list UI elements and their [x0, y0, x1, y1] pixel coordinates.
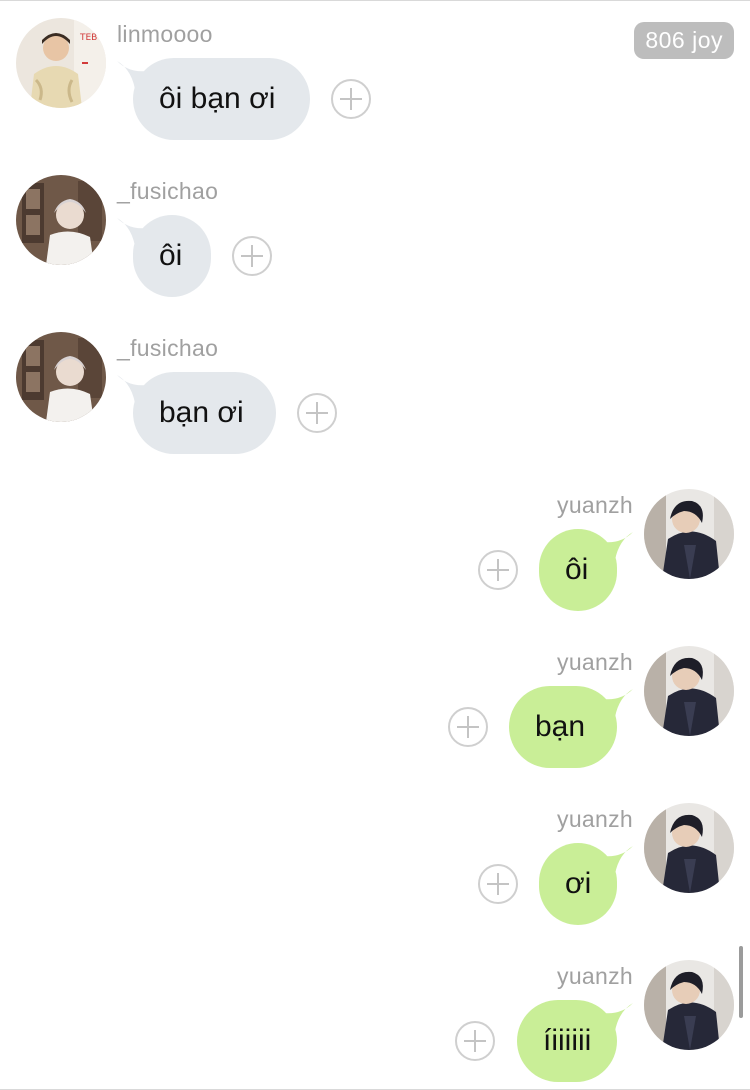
message-bubble[interactable]: ôi: [539, 529, 617, 611]
sender-name: _fusichao: [117, 335, 219, 361]
sender-avatar[interactable]: [644, 489, 734, 579]
scrollbar[interactable]: [739, 946, 743, 1018]
message-row: _fusichao bạn ơi: [0, 315, 750, 465]
sender-avatar[interactable]: [644, 803, 734, 893]
sender-avatar[interactable]: TEB: [16, 18, 106, 108]
add-reaction-button[interactable]: [455, 1021, 495, 1061]
message-row: yuanzh ôi: [0, 472, 750, 622]
message-bubble[interactable]: ôi: [133, 215, 211, 297]
message-row: yuanzh ơi: [0, 786, 750, 936]
message-bubble[interactable]: bạn: [509, 686, 617, 768]
message-row: TEB linmoooo ôi bạn ơi: [0, 1, 750, 151]
message-bubble[interactable]: bạn ơi: [133, 372, 276, 454]
sender-name: yuanzh: [557, 492, 633, 518]
svg-text:TEB: TEB: [79, 33, 97, 43]
add-reaction-button[interactable]: [232, 236, 272, 276]
sender-name: linmoooo: [117, 21, 213, 47]
message-row: _fusichao ôi: [0, 158, 750, 308]
add-reaction-button[interactable]: [331, 79, 371, 119]
message-row: yuanzh bạn: [0, 629, 750, 779]
chat-screen: 806 joy TEB linmoooo ôi bạn ơi _fusichao…: [0, 0, 750, 1090]
sender-avatar[interactable]: [16, 175, 106, 265]
sender-avatar[interactable]: [644, 960, 734, 1050]
add-reaction-button[interactable]: [448, 707, 488, 747]
add-reaction-button[interactable]: [478, 864, 518, 904]
add-reaction-button[interactable]: [297, 393, 337, 433]
add-reaction-button[interactable]: [478, 550, 518, 590]
sender-name: yuanzh: [557, 963, 633, 989]
message-row: yuanzh íiiiiii: [0, 943, 750, 1089]
sender-name: yuanzh: [557, 806, 633, 832]
sender-avatar[interactable]: [644, 646, 734, 736]
message-bubble[interactable]: ôi bạn ơi: [133, 58, 310, 140]
sender-name: yuanzh: [557, 649, 633, 675]
sender-avatar[interactable]: [16, 332, 106, 422]
message-bubble[interactable]: ơi: [539, 843, 617, 925]
sender-name: _fusichao: [117, 178, 219, 204]
message-bubble[interactable]: íiiiiii: [517, 1000, 617, 1082]
